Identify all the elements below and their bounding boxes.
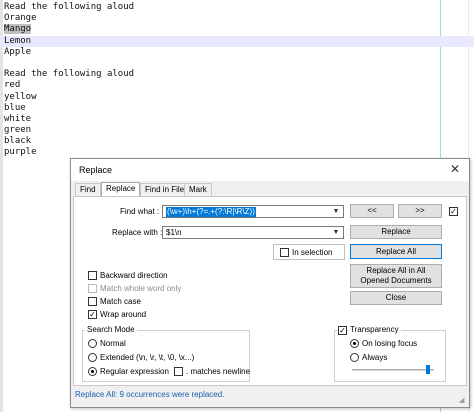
editor-line[interactable]: blue [0,103,474,114]
replace-with-label: Replace with : [112,228,163,237]
chevron-down-icon[interactable]: ▼ [331,207,341,217]
replace-with-combobox[interactable]: $1\n ▼ [162,226,344,239]
transparency-checkbox[interactable]: ✓ [338,326,347,335]
tab-mark[interactable]: Mark [184,183,212,196]
search-mode-extended-label: Extended (\n, \r, \t, \0, \x...) [100,353,195,362]
search-mode-extended-radio[interactable] [88,353,97,362]
backward-direction-label: Backward direction [100,271,168,280]
resize-grip-icon[interactable]: ◢ [459,397,467,405]
backward-direction-checkbox[interactable] [88,271,97,280]
editor-line[interactable]: Apple [0,47,474,58]
dialog-title: Replace [79,165,113,175]
search-mode-normal-radio[interactable] [88,339,97,348]
find-next-button[interactable]: >> [398,204,442,218]
find-direction-checkbox[interactable]: ✓ [449,207,458,216]
editor-line[interactable]: green [0,125,474,136]
search-mode-regex-label: Regular expression [100,367,169,376]
in-selection-checkbox[interactable] [280,248,289,257]
close-button[interactable]: Close [350,291,442,305]
replace-all-button[interactable]: Replace All [350,244,442,259]
editor-line[interactable]: yellow [0,92,474,103]
find-what-label: Find what : [120,207,160,216]
dialog-titlebar[interactable]: Replace ✕ [71,159,469,181]
matches-newline-label: . matches newline [186,367,251,376]
selected-text: Mango [4,24,32,35]
find-previous-button[interactable]: << [350,204,394,218]
match-case-label: Match case [100,297,141,306]
find-what-input[interactable]: (\w+)\h+(?=.+(?:\R|\R\Z)) [166,207,256,217]
editor-line[interactable]: Mango [0,24,474,35]
search-mode-normal-label: Normal [100,339,126,348]
in-selection-label: In selection [292,248,333,257]
transparency-slider-thumb[interactable] [426,365,431,374]
matches-newline-checkbox[interactable] [174,367,183,376]
match-whole-word-label: Match whole word only [100,284,182,293]
tab-find[interactable]: Find [75,183,101,196]
on-losing-focus-radio[interactable] [350,339,359,348]
search-mode-regex-radio[interactable] [88,367,97,376]
editor-line[interactable]: Orange [0,13,474,24]
replace-tab-page: Find what : (\w+)\h+(?=.+(?:\R|\R\Z)) ▼ … [73,196,467,386]
replace-with-input[interactable]: $1\n [166,228,182,238]
editor-line[interactable] [0,58,474,69]
replace-all-in-opened-docs-button[interactable]: Replace All in All Opened Documents [350,264,442,288]
replace-dialog: Replace ✕ Find Replace Find in Files Mar… [70,158,470,408]
editor-lines[interactable]: Read the following aloud Orange Mango Le… [0,2,474,159]
wrap-around-checkbox[interactable]: ✓ [88,310,97,319]
close-icon[interactable]: ✕ [448,162,462,176]
editor-line[interactable]: Read the following aloud [0,2,474,13]
tab-replace[interactable]: Replace [101,182,141,197]
wrap-around-label: Wrap around [100,310,147,319]
editor-line[interactable]: red [0,80,474,91]
editor-line[interactable]: purple [0,147,474,158]
editor-line[interactable]: Read the following aloud [0,69,474,80]
chevron-down-icon[interactable]: ▼ [331,228,341,238]
match-case-checkbox[interactable] [88,297,97,306]
transparency-title: Transparency [348,325,401,334]
on-losing-focus-label: On losing focus [362,339,418,348]
match-whole-word-checkbox[interactable] [88,284,97,293]
transparency-slider-track[interactable] [352,369,434,371]
replace-button[interactable]: Replace [350,225,442,239]
status-message: Replace All: 9 occurrences were replaced… [75,390,225,399]
search-mode-title: Search Mode [85,325,137,334]
always-radio[interactable] [350,353,359,362]
editor-line[interactable]: white [0,114,474,125]
find-what-combobox[interactable]: (\w+)\h+(?=.+(?:\R|\R\Z)) ▼ [162,205,344,218]
editor-line[interactable]: black [0,136,474,147]
editor-line-current[interactable]: Lemon [0,35,474,47]
always-label: Always [362,353,388,362]
